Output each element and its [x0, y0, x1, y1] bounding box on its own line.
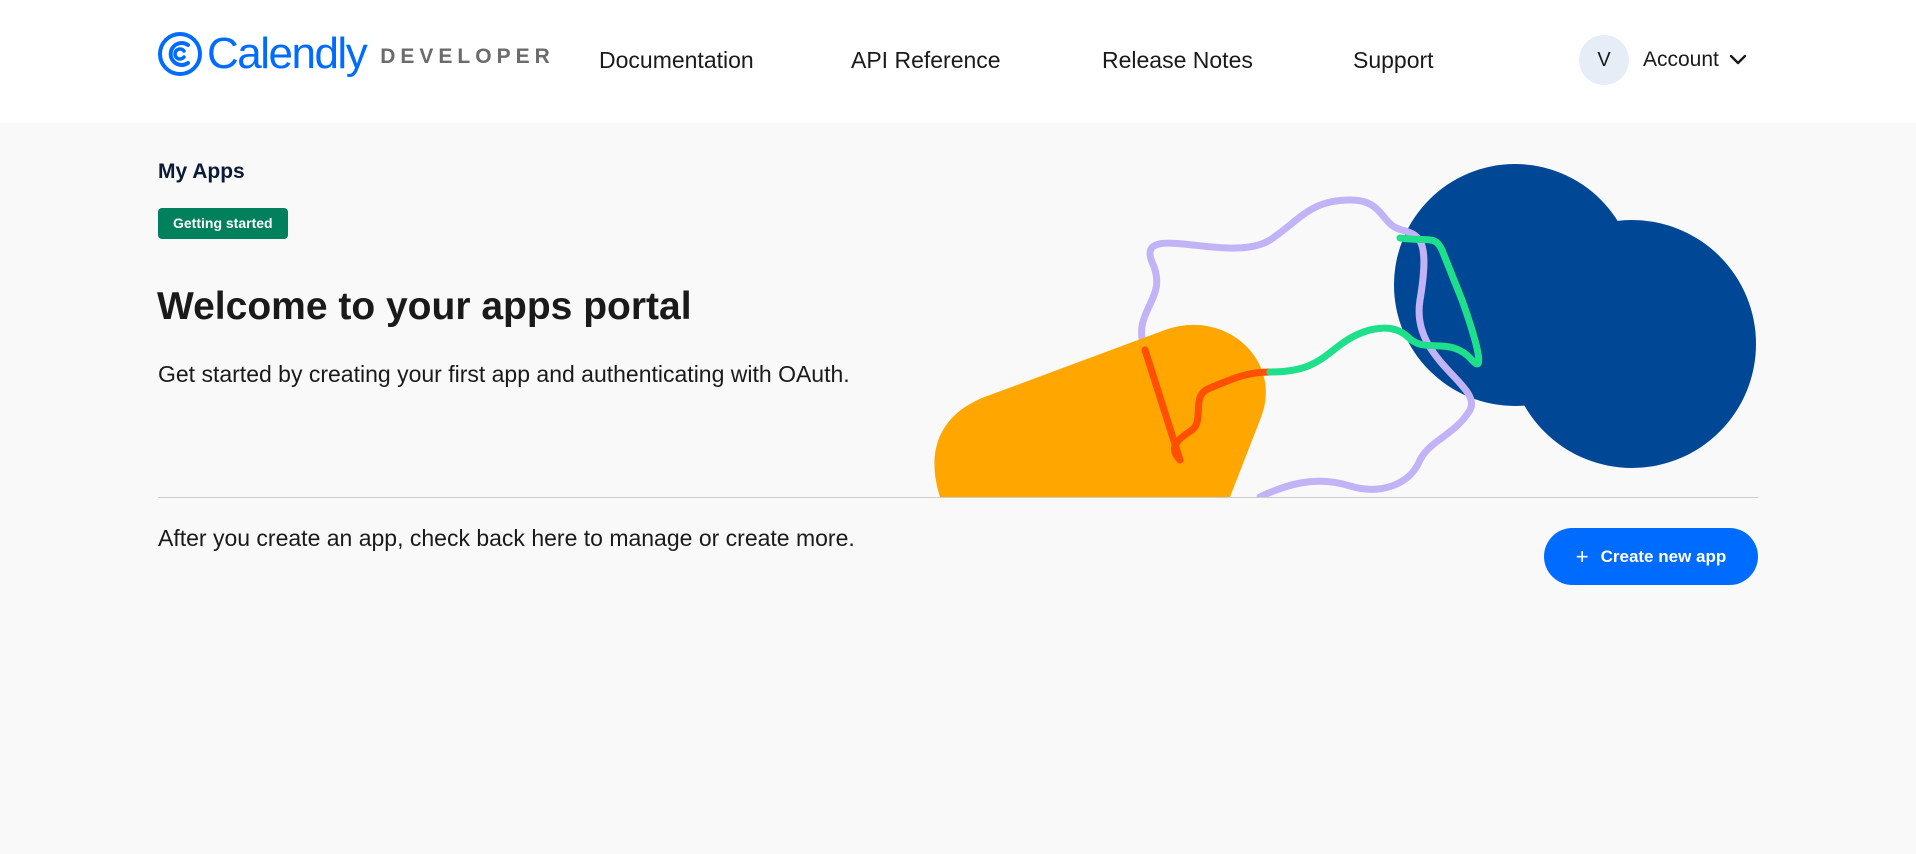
- top-nav-bar: Calendly DEVELOPER Documentation API Ref…: [0, 0, 1916, 123]
- navy-circle-front: [1508, 220, 1756, 468]
- create-new-app-label: Create new app: [1600, 546, 1727, 566]
- orange-capsule: [934, 324, 1266, 497]
- nav-api-reference[interactable]: API Reference: [851, 46, 1001, 74]
- page-title: Welcome to your apps portal: [157, 285, 692, 328]
- calendly-logo-icon: [158, 32, 202, 76]
- calendly-developer-logo[interactable]: Calendly DEVELOPER: [157, 28, 555, 80]
- nav-documentation[interactable]: Documentation: [599, 46, 754, 74]
- avatar[interactable]: V: [1579, 35, 1629, 85]
- account-menu[interactable]: V Account: [1579, 34, 1747, 86]
- plus-icon: +: [1575, 543, 1589, 569]
- page-subtitle: Get started by creating your first app a…: [158, 361, 850, 387]
- logo-developer-label: DEVELOPER: [380, 45, 555, 68]
- empty-state-message: After you create an app, check back here…: [158, 525, 855, 551]
- nav-release-notes[interactable]: Release Notes: [1102, 46, 1253, 74]
- create-new-app-button[interactable]: + Create new app: [1544, 528, 1758, 585]
- chevron-down-icon[interactable]: [1729, 54, 1747, 66]
- section-divider: [158, 497, 1758, 498]
- page-section-title: My Apps: [158, 160, 245, 183]
- decorative-illustration: [934, 164, 1756, 497]
- account-label[interactable]: Account: [1643, 48, 1719, 72]
- nav-support[interactable]: Support: [1353, 46, 1434, 74]
- status-badge: Getting started: [158, 208, 288, 239]
- logo-wordmark: Calendly: [207, 29, 368, 78]
